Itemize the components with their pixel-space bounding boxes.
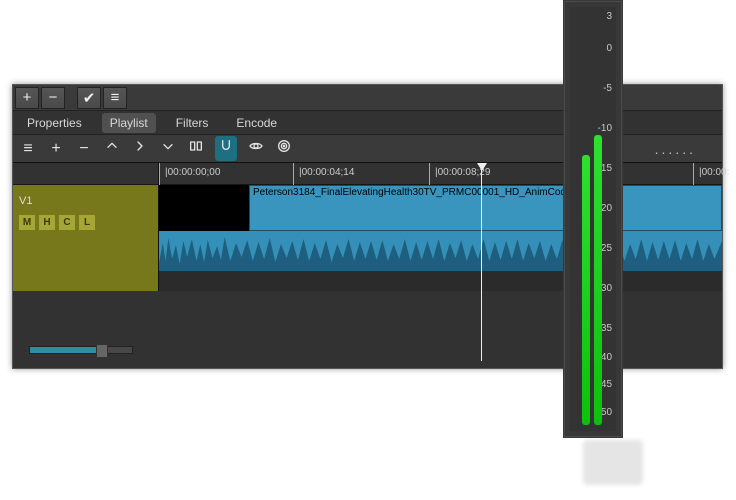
menu-button[interactable]: ≡ xyxy=(103,87,127,109)
track-area[interactable]: |00:00:00;00 |00:00:04;14 |00:00:08;29 |… xyxy=(159,163,722,291)
blank-clip[interactable] xyxy=(159,185,249,231)
timeline-menu-icon[interactable]: ≡ xyxy=(19,140,37,158)
audio-meter: 3 0 -5 -10 -15 -20 -25 -30 -35 -40 -45 -… xyxy=(563,0,623,438)
ruler-tc-2: |00:00:04;14 xyxy=(299,167,354,178)
append-icon[interactable]: + xyxy=(47,140,65,158)
right-icon[interactable] xyxy=(131,138,149,159)
meter-bar-right xyxy=(594,135,602,425)
clip-title: Peterson3184_FinalElevatingHealth30TV_PR… xyxy=(253,187,718,198)
add-button[interactable]: + xyxy=(15,87,39,109)
zoom-slider[interactable] xyxy=(29,346,133,354)
ellipsis-label: ...... xyxy=(655,141,696,157)
db-p3: 3 xyxy=(606,11,612,22)
ruler-tc-4: |00:00: xyxy=(699,167,729,178)
zoom-fill xyxy=(30,347,100,353)
track-toggles: M H C L xyxy=(19,215,95,230)
db-m5: -5 xyxy=(603,83,612,94)
tab-encode[interactable]: Encode xyxy=(228,113,285,133)
shadow-decor xyxy=(583,440,643,485)
track-mute-toggle[interactable]: M xyxy=(19,215,35,230)
track-name: V1 xyxy=(19,195,32,207)
meter-bar-left xyxy=(582,155,590,425)
down-icon[interactable] xyxy=(159,138,177,159)
zoom-handle[interactable] xyxy=(96,344,108,358)
split-icon[interactable] xyxy=(187,138,205,159)
track-header[interactable]: V1 M H C L xyxy=(13,163,159,291)
video-clip[interactable]: Peterson3184_FinalElevatingHealth30TV_PR… xyxy=(249,185,722,231)
lift-icon[interactable]: − xyxy=(75,140,93,158)
audio-waveform[interactable] xyxy=(159,231,722,271)
track-lock-toggle[interactable]: L xyxy=(79,215,95,230)
audio-meter-scale: 3 0 -5 -10 -15 -20 -25 -30 -35 -40 -45 -… xyxy=(570,7,616,431)
db-m10: -10 xyxy=(598,123,612,134)
time-ruler[interactable]: |00:00:00;00 |00:00:04;14 |00:00:08;29 |… xyxy=(159,163,722,185)
up-icon[interactable] xyxy=(103,138,121,159)
remove-button[interactable]: − xyxy=(41,87,65,109)
tab-properties[interactable]: Properties xyxy=(19,113,90,133)
snap-icon[interactable] xyxy=(215,136,237,161)
playhead[interactable] xyxy=(481,163,482,361)
scrub-icon[interactable] xyxy=(247,138,265,159)
db-0: 0 xyxy=(606,43,612,54)
track-composite-toggle[interactable]: C xyxy=(59,215,75,230)
target-icon[interactable] xyxy=(275,138,293,159)
update-button[interactable]: ✔ xyxy=(77,87,101,109)
ruler-tc-1: |00:00:00;00 xyxy=(165,167,220,178)
tab-filters[interactable]: Filters xyxy=(168,113,217,133)
tab-playlist[interactable]: Playlist xyxy=(102,113,156,133)
track-hide-toggle[interactable]: H xyxy=(39,215,55,230)
